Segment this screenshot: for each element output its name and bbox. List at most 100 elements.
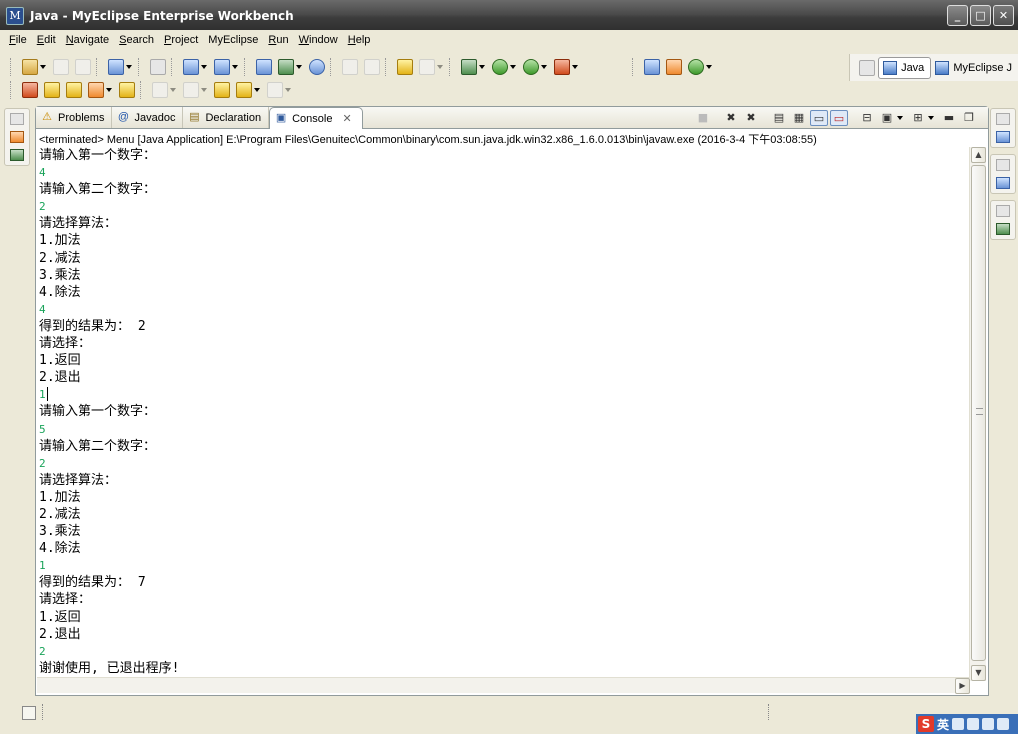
toolbar-grip[interactable] <box>10 58 13 76</box>
chevron-down-icon[interactable] <box>254 88 260 92</box>
horizontal-scrollbar[interactable]: ▶ <box>37 677 970 694</box>
chevron-down-icon[interactable] <box>106 88 112 92</box>
show-on-stderr-icon[interactable]: ▭ <box>830 110 848 126</box>
terminate-icon[interactable]: ■ <box>694 110 712 126</box>
chevron-down-icon[interactable] <box>40 65 46 69</box>
toolbar-grip[interactable] <box>140 81 143 99</box>
tab-console[interactable]: ▣ Console ✕ <box>269 107 363 129</box>
outline-icon[interactable] <box>996 177 1010 189</box>
toolbar-grip[interactable] <box>171 58 174 76</box>
chevron-down-icon[interactable] <box>201 88 207 92</box>
scroll-thumb[interactable] <box>971 165 986 661</box>
restore-icon[interactable] <box>10 113 24 125</box>
restore-icon[interactable] <box>996 113 1010 125</box>
tab-declaration[interactable]: ▤ Declaration <box>183 107 270 128</box>
next-annotation-icon[interactable] <box>152 82 168 98</box>
browser-icon[interactable] <box>309 59 325 75</box>
punctuation-icon[interactable] <box>967 718 980 730</box>
chevron-down-icon[interactable] <box>296 65 302 69</box>
close-tab-icon[interactable]: ✕ <box>342 112 351 125</box>
chevron-down-icon[interactable] <box>285 88 291 92</box>
refresh-icon[interactable] <box>688 59 704 75</box>
toolbar-grip[interactable] <box>138 58 141 76</box>
image-icon[interactable] <box>397 59 413 75</box>
new-class-icon[interactable] <box>644 59 660 75</box>
console-output[interactable]: 请输入第一个数字： 4 请输入第二个数字： 2 请选择算法： 1.加法 2.减法 3.乘法 4.… <box>37 147 970 681</box>
tab-javadoc[interactable]: @ Javadoc <box>112 107 184 128</box>
open-folder-icon[interactable] <box>22 82 38 98</box>
clear-console-icon[interactable]: ▤ <box>770 110 788 126</box>
keyboard-icon[interactable] <box>982 718 995 730</box>
debug-icon[interactable] <box>461 59 477 75</box>
pin-console-icon[interactable]: ⊟ <box>858 110 876 126</box>
restore-icon[interactable] <box>996 205 1010 217</box>
spring-icon[interactable] <box>996 223 1010 235</box>
server-icon[interactable] <box>278 59 294 75</box>
perspective-myeclipse[interactable]: MyEclipse J <box>931 57 1018 79</box>
new-package-icon[interactable] <box>666 59 682 75</box>
chevron-down-icon[interactable] <box>928 116 934 120</box>
chevron-down-icon[interactable] <box>170 88 176 92</box>
task-list-icon[interactable] <box>996 131 1010 143</box>
chevron-down-icon[interactable] <box>437 65 443 69</box>
open-console-icon[interactable]: ⊞ <box>909 110 927 126</box>
toolbar-grip[interactable] <box>10 81 13 99</box>
open-folder-icon[interactable] <box>44 82 60 98</box>
restore-icon[interactable] <box>996 159 1010 171</box>
menu-navigate[interactable]: Navigate <box>61 34 114 46</box>
save-icon[interactable] <box>53 59 69 75</box>
print-icon[interactable] <box>75 59 91 75</box>
wand-icon[interactable] <box>88 82 104 98</box>
tab-problems[interactable]: ⚠ Problems <box>36 107 113 128</box>
toolbar-grip[interactable] <box>96 58 99 76</box>
chevron-down-icon[interactable] <box>201 65 207 69</box>
previous-annotation-icon[interactable] <box>183 82 199 98</box>
menu-project[interactable]: Project <box>159 34 203 46</box>
chevron-down-icon[interactable] <box>510 65 516 69</box>
minimize-view-icon[interactable]: ▬ <box>940 110 958 126</box>
open-folder-icon[interactable] <box>66 82 82 98</box>
scroll-lock-icon[interactable]: ▦ <box>790 110 808 126</box>
toolbar-grip[interactable] <box>449 58 452 76</box>
display-console-icon[interactable]: ▣ <box>878 110 896 126</box>
pin-icon[interactable] <box>342 59 358 75</box>
menu-window[interactable]: Window <box>294 34 343 46</box>
moon-icon[interactable] <box>952 718 965 730</box>
chevron-down-icon[interactable] <box>897 116 903 120</box>
deploy-icon[interactable] <box>256 59 272 75</box>
menu-myeclipse[interactable]: MyEclipse <box>203 34 263 46</box>
scroll-right-icon[interactable]: ▶ <box>955 678 970 694</box>
perspective-java[interactable]: Java <box>878 56 932 79</box>
vertical-scrollbar[interactable]: ▲ ▼ <box>969 147 986 681</box>
toolbar-grip[interactable] <box>632 58 635 76</box>
show-on-stdout-icon[interactable]: ▭ <box>810 110 828 126</box>
calendar-icon[interactable] <box>150 59 166 75</box>
close-button[interactable]: ✕ <box>993 5 1014 26</box>
globe-icon[interactable] <box>419 59 435 75</box>
toolbar-grip[interactable] <box>385 58 388 76</box>
forward-icon[interactable] <box>267 82 283 98</box>
run-history-icon[interactable] <box>523 59 539 75</box>
chevron-down-icon[interactable] <box>126 65 132 69</box>
minimize-button[interactable]: _ <box>947 5 968 26</box>
menu-edit[interactable]: Edit <box>32 34 61 46</box>
menu-run[interactable]: Run <box>263 34 293 46</box>
fast-view-icon[interactable] <box>22 706 36 720</box>
open-perspective-icon[interactable] <box>859 59 876 76</box>
run-icon[interactable] <box>492 59 508 75</box>
pencil-icon[interactable] <box>364 59 380 75</box>
open-type-icon[interactable] <box>183 59 199 75</box>
chevron-down-icon[interactable] <box>232 65 238 69</box>
toolbar-grip[interactable] <box>330 58 333 76</box>
scroll-up-icon[interactable]: ▲ <box>971 147 986 163</box>
search-icon[interactable] <box>214 59 230 75</box>
toolbar-grip[interactable] <box>244 58 247 76</box>
ime-toolbar[interactable]: S 英 <box>916 714 1018 734</box>
menu-help[interactable]: Help <box>343 34 376 46</box>
chevron-down-icon[interactable] <box>706 65 712 69</box>
last-edit-icon[interactable] <box>214 82 230 98</box>
chevron-down-icon[interactable] <box>541 65 547 69</box>
maximize-view-icon[interactable]: ❐ <box>960 110 978 126</box>
back-icon[interactable] <box>236 82 252 98</box>
remove-all-terminated-icon[interactable]: ✖ <box>742 110 760 126</box>
